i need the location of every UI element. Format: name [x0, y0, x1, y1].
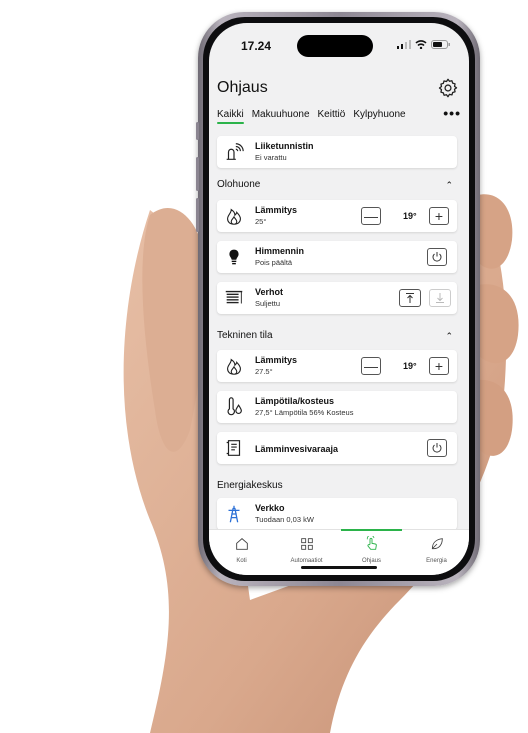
temperature-humidity-card[interactable]: Lämpötila/kosteus 27,5° Lämpötila 56% Ko… — [217, 391, 457, 423]
grid-icon — [300, 538, 313, 550]
page-title: Ohjaus — [217, 79, 268, 96]
power-button[interactable] — [427, 248, 447, 266]
device-name: Lämmitys — [255, 205, 298, 215]
device-name: Lämmitys — [255, 355, 298, 365]
gear-icon[interactable] — [437, 77, 459, 99]
motion-sensor-card[interactable]: Liiketunnistin Ei varattu — [217, 136, 457, 168]
device-name: Lämminvesivaraaja — [255, 444, 339, 454]
device-status: Pois päältä — [255, 258, 293, 267]
tab-kaikki[interactable]: Kaikki — [217, 109, 244, 124]
nav-koti[interactable]: Koti — [209, 530, 274, 575]
device-name: Lämpötila/kosteus — [255, 396, 335, 406]
power-pylon-icon — [228, 505, 240, 523]
section-header-olohuone[interactable]: Olohuone ⌃ — [217, 179, 457, 197]
app-header: Ohjaus — [209, 69, 469, 109]
nav-label: Automaatiot — [290, 558, 323, 564]
touch-icon — [366, 534, 377, 550]
section-title: Olohuone — [217, 179, 261, 190]
more-tabs-button[interactable]: ••• — [443, 105, 461, 121]
power-icon — [432, 443, 442, 453]
home-icon — [235, 538, 248, 550]
section-header-energiakeskus: Energiakeskus — [217, 480, 457, 498]
decrease-temp-button[interactable]: — — [361, 357, 381, 375]
volume-up-button — [196, 157, 199, 191]
device-name: Himmennin — [255, 246, 305, 256]
status-time: 17.24 — [241, 39, 272, 53]
close-curtains-button[interactable] — [429, 289, 451, 307]
signal-icon — [397, 40, 411, 49]
device-status: 27,5° Lämpötila 56% Kosteus — [255, 408, 354, 417]
arrow-down-to-line-icon — [436, 293, 444, 303]
device-status: 27.5° — [255, 367, 273, 376]
chevron-up-icon[interactable]: ⌃ — [445, 331, 453, 342]
device-status: 25° — [255, 217, 267, 226]
tab-keittio[interactable]: Keittiö — [318, 109, 346, 124]
nav-label: Koti — [236, 558, 247, 564]
power-button[interactable] — [427, 439, 447, 457]
chevron-up-icon[interactable]: ⌃ — [445, 180, 453, 191]
flame-icon — [227, 208, 241, 225]
flame-icon — [227, 358, 241, 375]
phone-frame: 17.24 Ohjaus Kaikki Makuuhuone Keittiö K… — [196, 12, 480, 586]
heating-card-olohuone[interactable]: Lämmitys 25° — 19° + — [217, 200, 457, 232]
heating-card-tekninen[interactable]: Lämmitys 27.5° — 19° + — [217, 350, 457, 382]
device-status: Suljettu — [255, 299, 281, 308]
increase-temp-button[interactable]: + — [429, 207, 449, 225]
temperature-setpoint: 19° — [403, 211, 417, 221]
device-name: Verhot — [255, 287, 284, 297]
grid-card[interactable]: Verkko Tuodaan 0,03 kW — [217, 498, 457, 530]
blinds-icon — [225, 290, 243, 304]
battery-icon — [431, 40, 450, 49]
temperature-setpoint: 19° — [403, 361, 417, 371]
arrow-up-to-line-icon — [406, 293, 414, 303]
device-name: Verkko — [255, 503, 285, 513]
phone-screen: 17.24 Ohjaus Kaikki Makuuhuone Keittiö K… — [209, 23, 469, 575]
motion-sensor-icon — [226, 143, 244, 160]
section-title: Tekninen tila — [217, 330, 273, 341]
home-indicator — [301, 566, 377, 569]
curtains-card[interactable]: Verhot Suljettu — [217, 282, 457, 314]
thermometer-drop-icon — [227, 397, 242, 416]
status-icons — [397, 40, 451, 49]
dynamic-island — [297, 35, 373, 57]
device-status: Tuodaan 0,03 kW — [255, 515, 314, 524]
decrease-temp-button[interactable]: — — [361, 207, 381, 225]
device-name: Liiketunnistin — [255, 141, 314, 151]
room-tabs: Kaikki Makuuhuone Keittiö Kylpyhuone ••• — [209, 105, 469, 133]
tab-makuuhuone[interactable]: Makuuhuone — [252, 109, 310, 124]
status-bar: 17.24 — [209, 23, 469, 69]
leaf-icon — [431, 538, 443, 550]
nav-energia[interactable]: Energia — [404, 530, 469, 575]
increase-temp-button[interactable]: + — [429, 357, 449, 375]
water-heater-icon — [226, 440, 241, 456]
section-header-tekninen-tila[interactable]: Tekninen tila ⌃ — [217, 330, 457, 348]
nav-label: Ohjaus — [361, 558, 381, 564]
dimmer-card[interactable]: Himmennin Pois päältä — [217, 241, 457, 273]
water-heater-card[interactable]: Lämminvesivaraaja — [217, 432, 457, 464]
action-button — [196, 122, 199, 140]
power-icon — [432, 252, 442, 262]
nav-label: Energia — [426, 558, 447, 564]
device-list: Liiketunnistin Ei varattu Olohuone ⌃ Läm… — [209, 134, 469, 530]
section-title: Energiakeskus — [217, 480, 283, 491]
device-status: Ei varattu — [255, 153, 287, 162]
volume-down-button — [196, 198, 199, 232]
bulb-icon — [229, 249, 239, 265]
tab-kylpyhuone[interactable]: Kylpyhuone — [353, 109, 405, 124]
open-curtains-button[interactable] — [399, 289, 421, 307]
wifi-icon — [415, 40, 427, 49]
